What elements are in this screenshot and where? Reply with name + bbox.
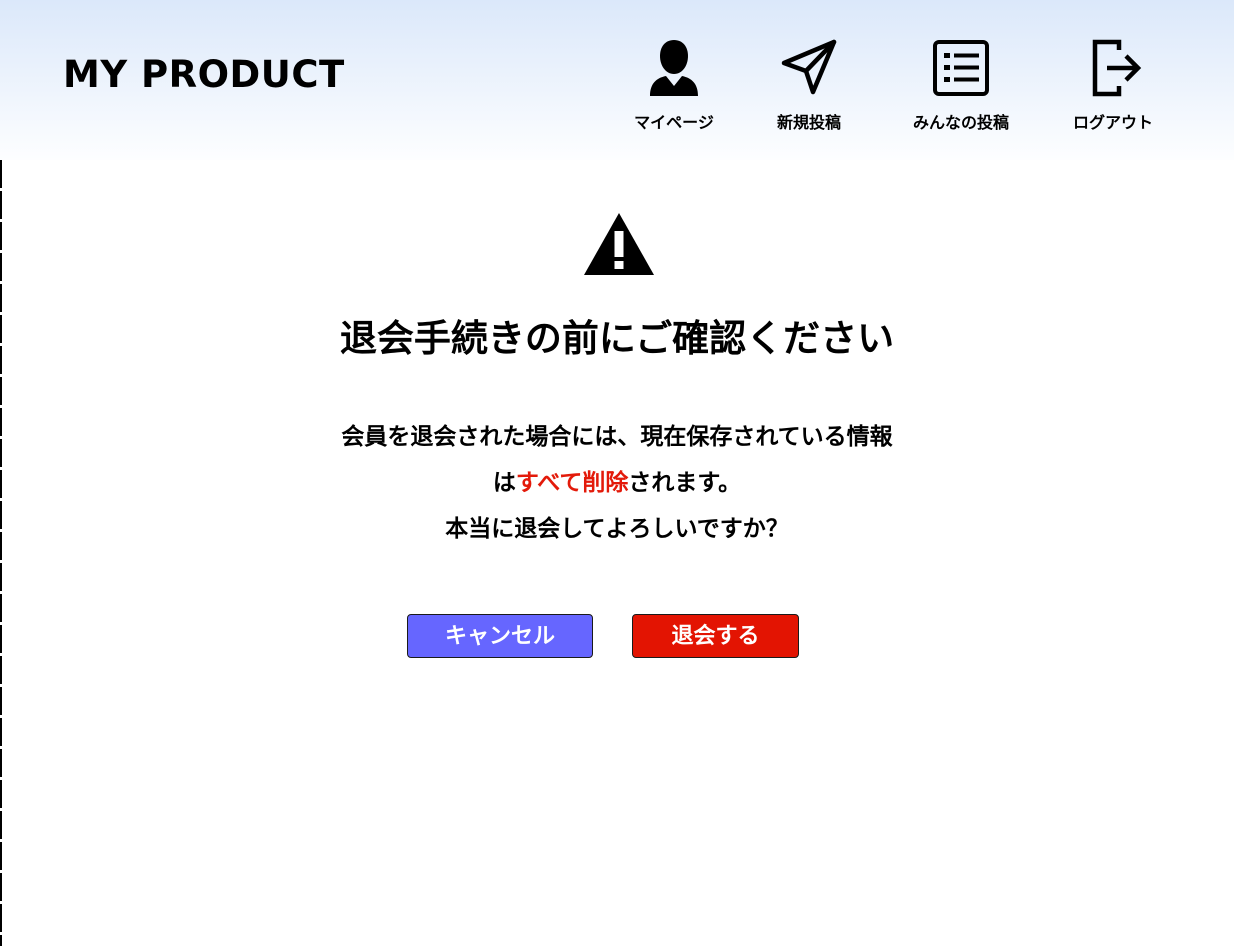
message-line-2-suffix: されます。 <box>628 470 742 496</box>
nav-logout-label: ログアウト <box>1072 113 1153 132</box>
message-line-1: 会員を退会された場合には、現在保存されている情報 <box>341 424 893 450</box>
cancel-button[interactable]: キャンセル <box>407 614 593 658</box>
message-highlight: すべて削除 <box>515 470 629 496</box>
paper-plane-icon <box>781 39 837 95</box>
page-left-border <box>0 160 2 946</box>
nav-logout[interactable]: ログアウト <box>1043 36 1183 136</box>
nav-all-posts-label: みんなの投稿 <box>912 113 1009 132</box>
warning-icon <box>584 213 654 275</box>
list-icon <box>933 40 989 96</box>
withdraw-button[interactable]: 退会する <box>632 614 799 658</box>
nav-mypage-label: マイページ <box>634 113 714 132</box>
logo[interactable]: MY PRODUCT <box>63 52 345 98</box>
user-icon <box>650 40 698 96</box>
nav-mypage[interactable]: マイページ <box>604 36 744 136</box>
message-line-2: はすべて削除されます。 <box>0 460 1234 506</box>
nav-new-post-label: 新規投稿 <box>776 113 841 132</box>
header: MY PRODUCT マイページ 新規投稿 みんなの投稿 ログアウト <box>0 0 1234 160</box>
nav-new-post[interactable]: 新規投稿 <box>739 36 879 136</box>
message-line-3: 本当に退会してよろしいですか？ <box>445 516 789 542</box>
logout-icon <box>1092 39 1142 97</box>
confirmation-message: 会員を退会された場合には、現在保存されている情報 はすべて削除されます。 本当に… <box>0 414 1234 552</box>
nav-all-posts[interactable]: みんなの投稿 <box>891 36 1031 136</box>
page-title: 退会手続きの前にご確認ください <box>339 317 895 360</box>
message-line-2-prefix: は <box>492 470 516 496</box>
